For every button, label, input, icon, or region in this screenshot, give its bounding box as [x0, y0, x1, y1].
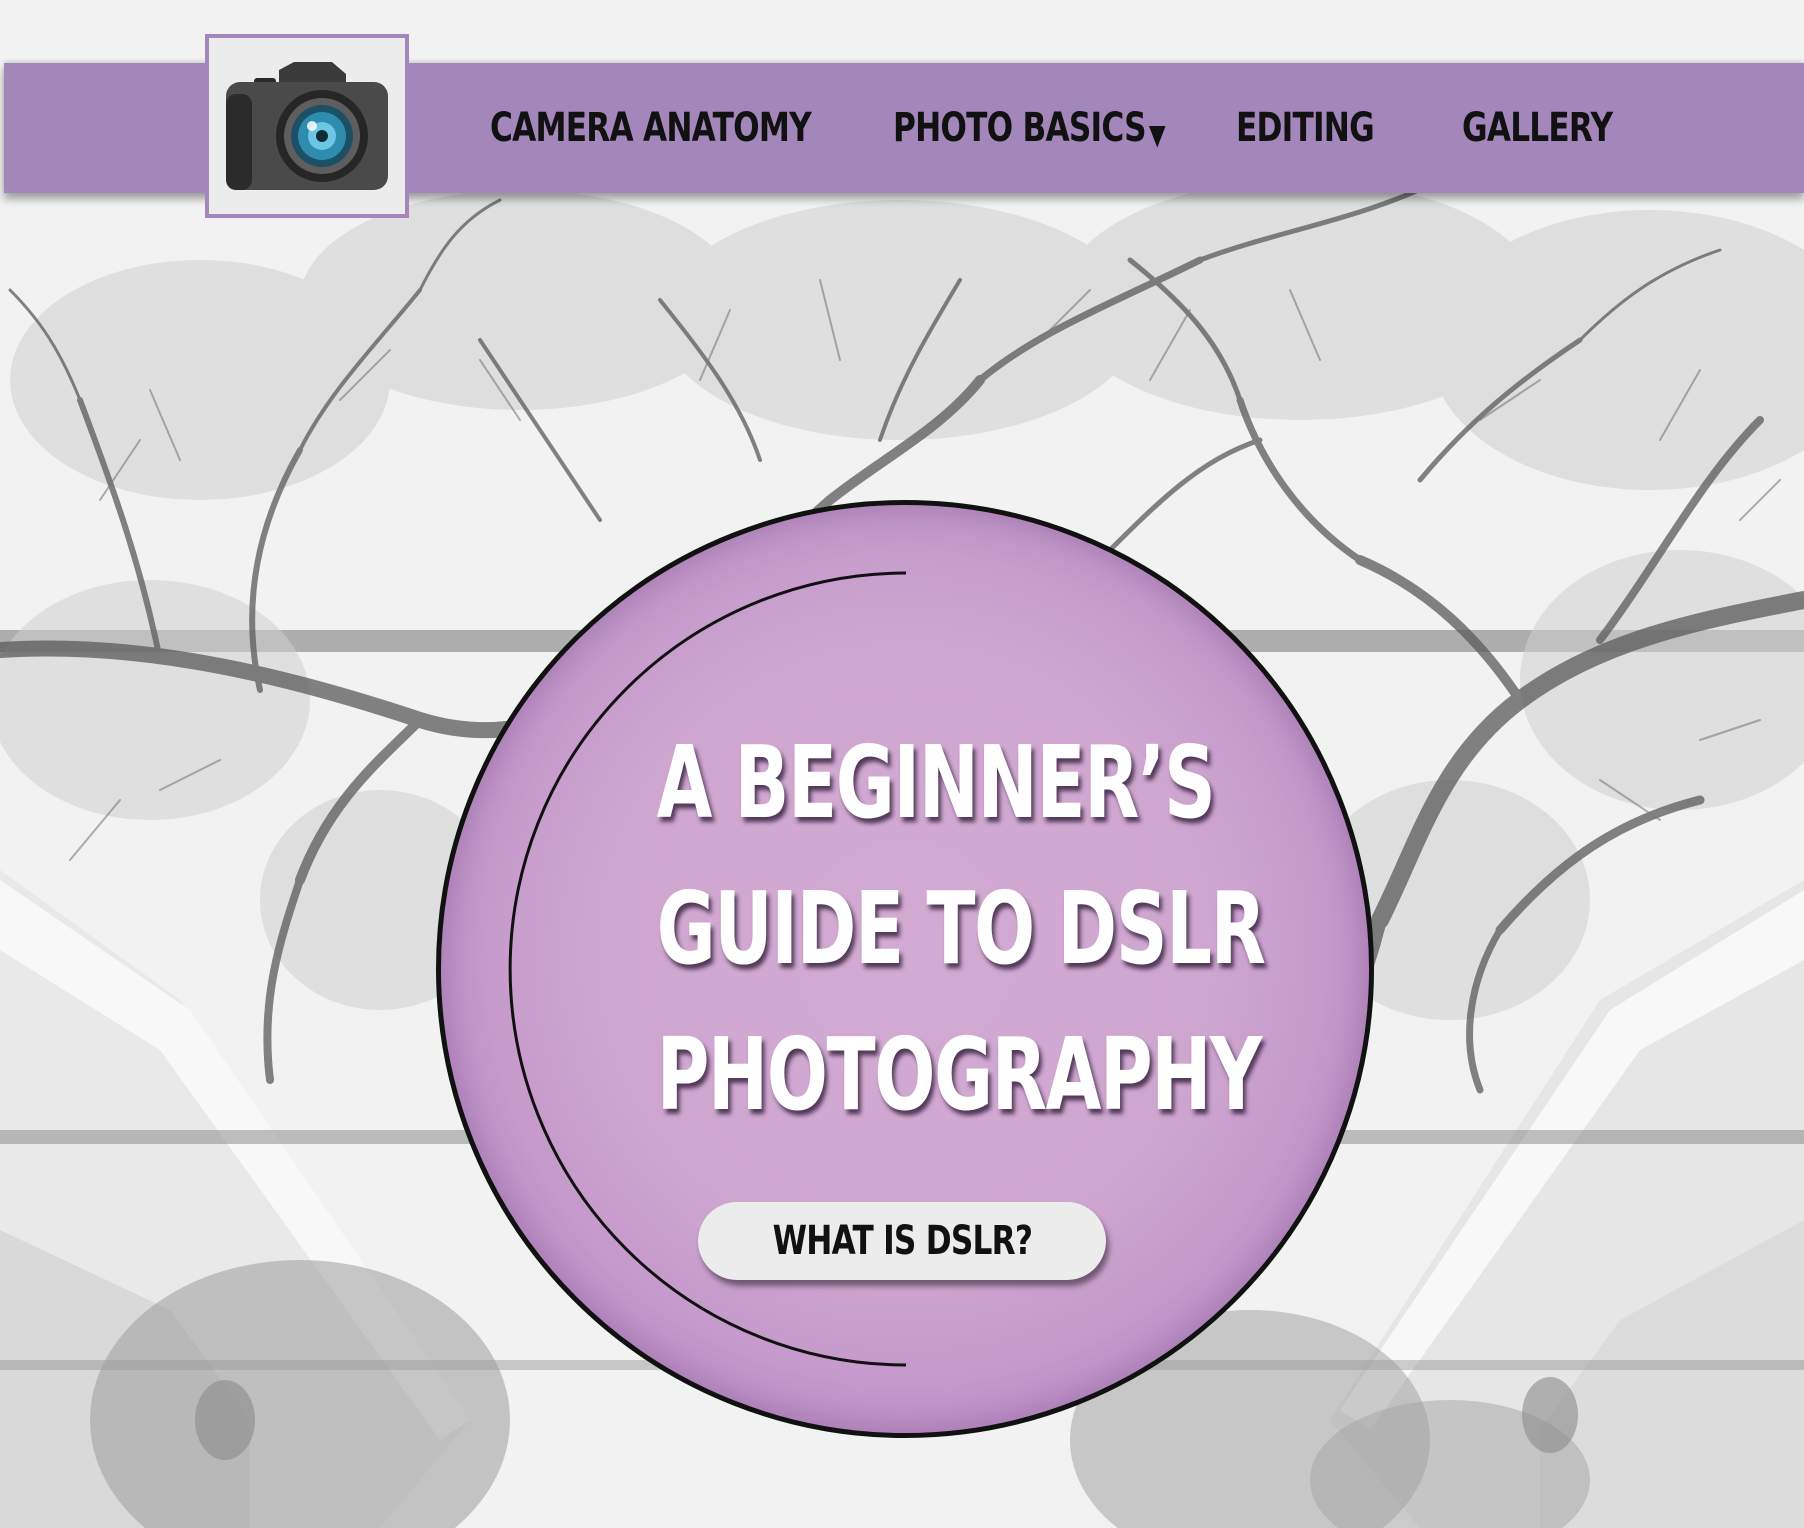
nav-gallery-label: GALLERY	[1462, 105, 1613, 151]
nav-camera-anatomy-label: CAMERA ANATOMY	[490, 105, 812, 151]
page: CAMERA ANATOMY PHOTO BASICS ▼ EDITING GA…	[0, 0, 1804, 1528]
hero-title-line: PHOTOGRAPHY	[656, 1016, 1263, 1133]
caret-down-icon: ▼	[1148, 117, 1166, 151]
nav-photo-basics[interactable]: PHOTO BASICS ▼	[893, 63, 1166, 193]
hero-title-line: A BEGINNER’S	[656, 724, 1216, 841]
nav-photo-basics-label: PHOTO BASICS	[893, 105, 1147, 151]
nav-editing[interactable]: EDITING	[1236, 63, 1375, 193]
hero-title: A BEGINNER’S GUIDE TO DSLR PHOTOGRAPHY	[560, 710, 1266, 1148]
nav-editing-label: EDITING	[1236, 105, 1375, 151]
nav-gallery[interactable]: GALLERY	[1462, 63, 1613, 193]
nav-camera-anatomy[interactable]: CAMERA ANATOMY	[490, 63, 812, 193]
what-is-dslr-button[interactable]: WHAT IS DSLR?	[698, 1202, 1106, 1280]
logo[interactable]	[205, 34, 409, 218]
what-is-dslr-button-label: WHAT IS DSLR?	[772, 1218, 1032, 1264]
camera-icon	[226, 62, 388, 190]
hero-title-line: GUIDE TO DSLR	[656, 870, 1266, 987]
